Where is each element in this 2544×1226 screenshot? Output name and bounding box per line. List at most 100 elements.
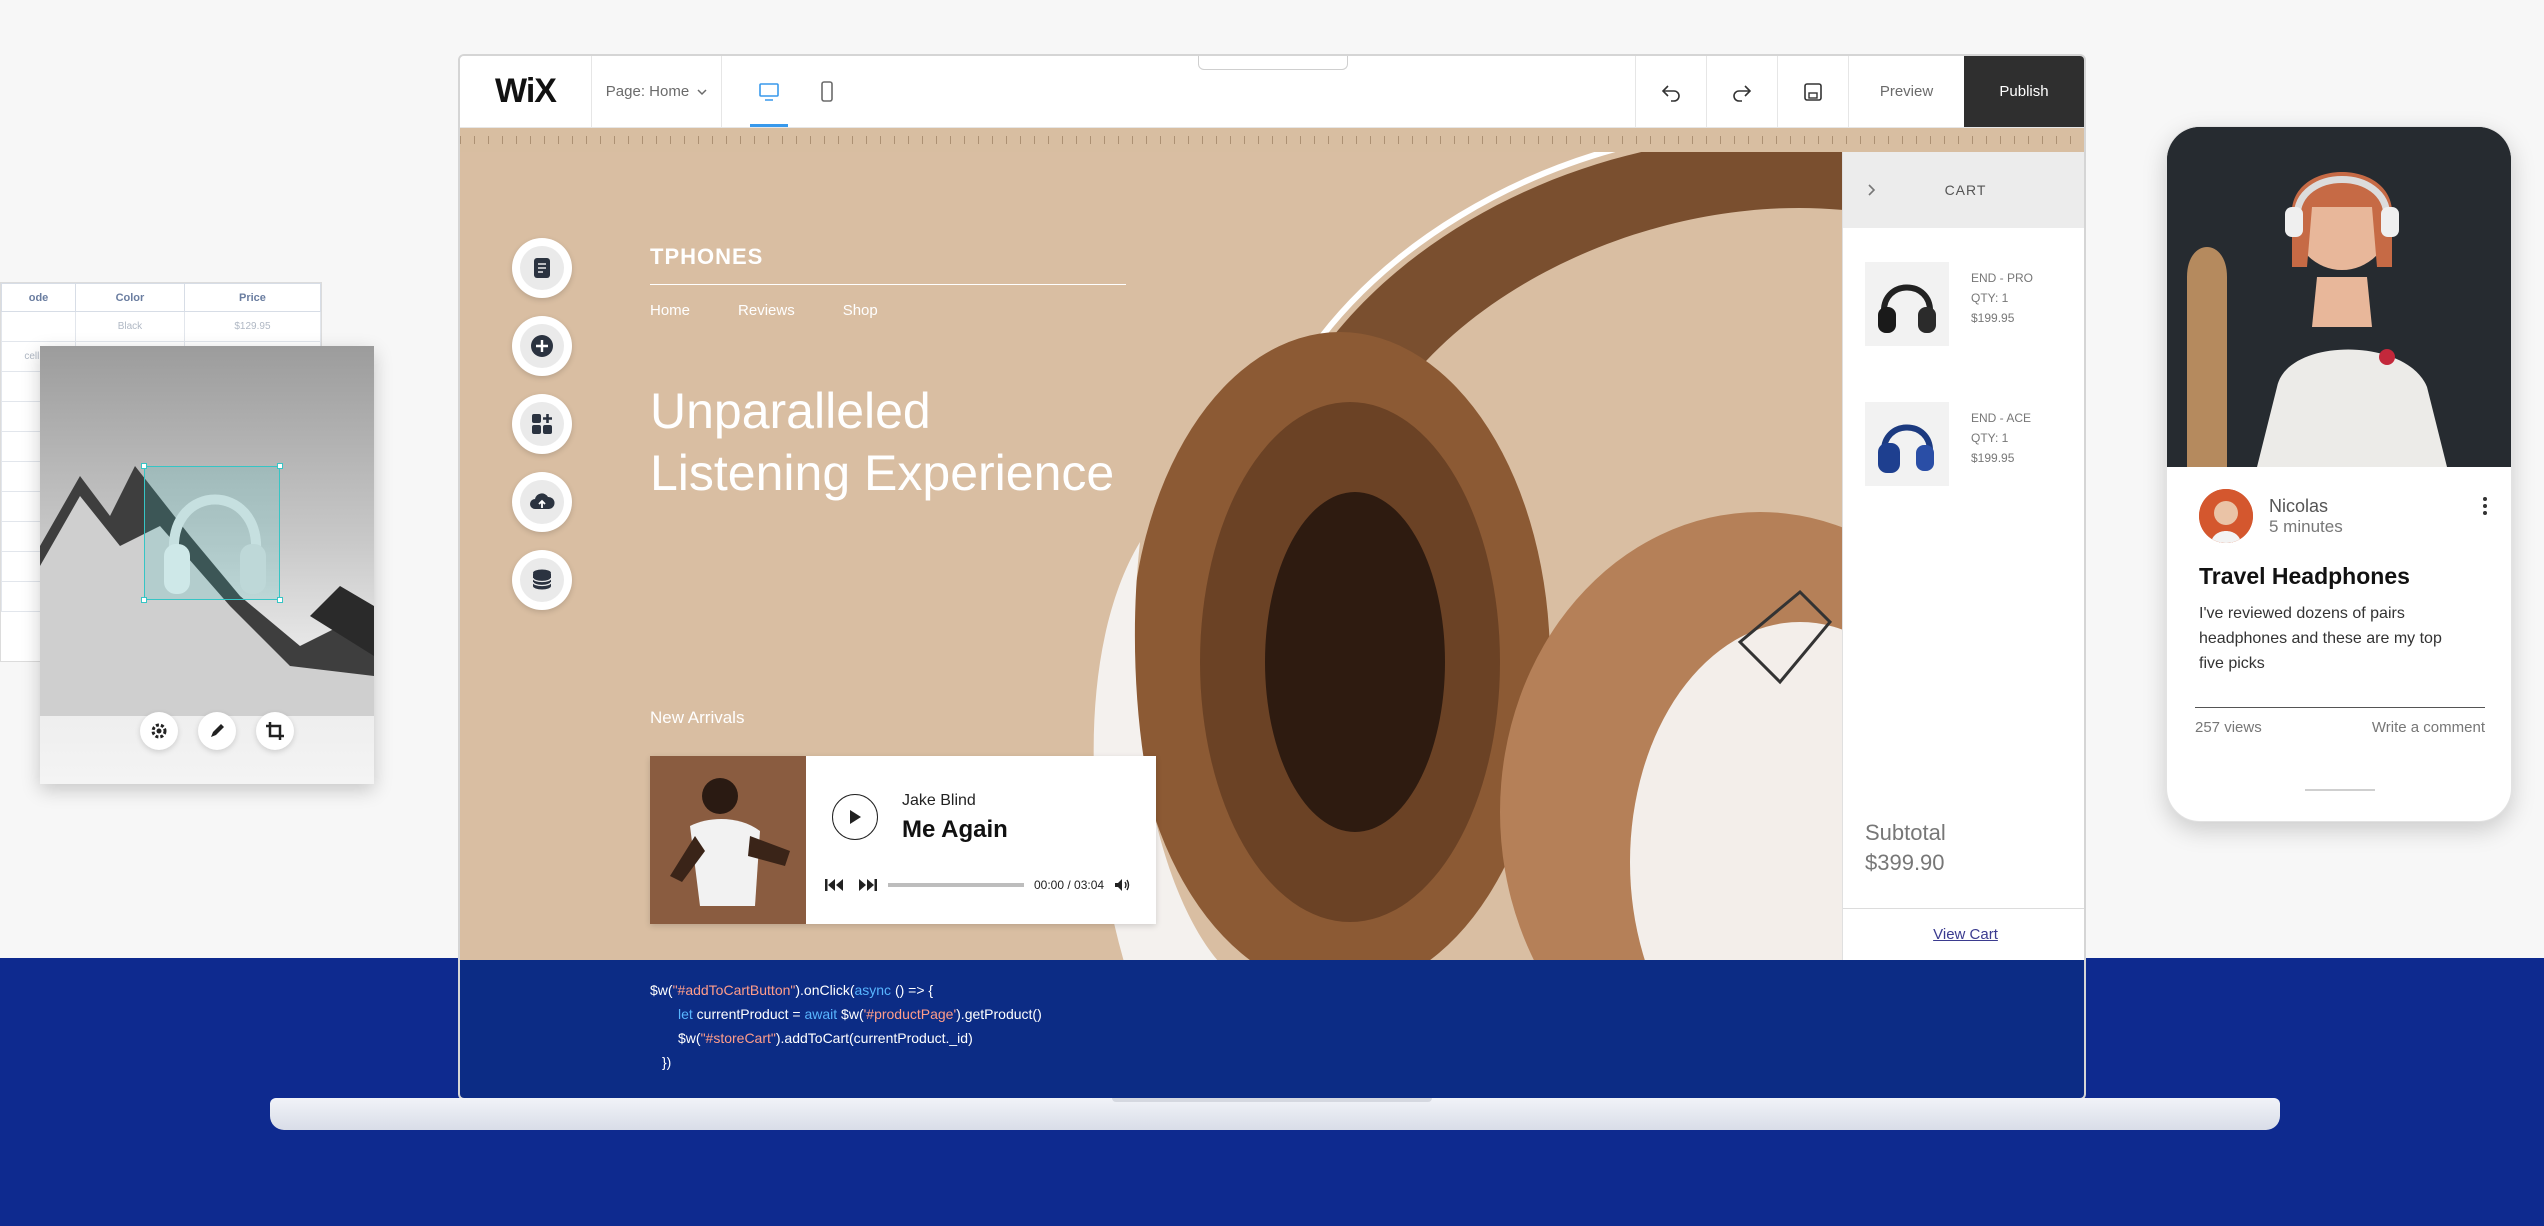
more-options-icon[interactable] [2483, 497, 2487, 515]
undo-button[interactable] [1635, 56, 1706, 127]
laptop-notch [1112, 1098, 1432, 1102]
person-with-headphones-image [2167, 127, 2511, 467]
write-comment-link[interactable]: Write a comment [2372, 719, 2485, 736]
undo-icon [1661, 84, 1680, 102]
hero-title: Unparalleled Listening Experience [650, 380, 1114, 504]
publish-button[interactable]: Publish [1964, 56, 2084, 127]
resize-handle[interactable] [277, 463, 283, 469]
home-indicator [2305, 789, 2375, 791]
cart-header: CART [1843, 152, 2084, 228]
table-header: Color [75, 283, 185, 312]
track-title: Me Again [902, 816, 1008, 843]
settings-button[interactable] [140, 712, 178, 750]
music-player: Jake Blind Me Again 00:00 / 03:04 [650, 756, 1156, 924]
wix-logo: WiX [460, 56, 592, 127]
album-art [650, 756, 806, 924]
redo-icon [1733, 84, 1752, 102]
page-selector-label: Page: Home [605, 83, 690, 100]
crop-button[interactable] [256, 712, 294, 750]
nav-link-reviews[interactable]: Reviews [738, 302, 795, 319]
site-canvas[interactable]: TPHONES Home Reviews Shop Unparalleled L… [460, 152, 1842, 960]
redo-button[interactable] [1706, 56, 1777, 127]
table-row: Black $129.95 [1, 311, 322, 342]
post-author[interactable]: Nicolas 5 minutes [2199, 489, 2343, 543]
subtotal-label: Subtotal [1865, 820, 1946, 845]
cart-title: CART [1944, 182, 1987, 198]
progress-bar[interactable] [888, 883, 1024, 887]
ruler [460, 128, 2084, 152]
pen-icon [211, 724, 224, 737]
post-title[interactable]: Travel Headphones [2199, 563, 2410, 590]
nav-link-shop[interactable]: Shop [843, 302, 878, 319]
database-button[interactable] [512, 550, 572, 610]
hero-title-line: Unparalleled [650, 383, 931, 439]
table-cell: Black [75, 311, 185, 342]
cart-item-thumbnail [1865, 402, 1949, 486]
post-time: 5 minutes [2269, 516, 2343, 536]
cart-item-price: $199.95 [1971, 311, 2015, 325]
cart-panel: CART END - PRO QTY: 1 $199.95 END - ACE … [1842, 152, 2084, 960]
brand-divider [650, 284, 1126, 285]
resize-handle[interactable] [277, 597, 283, 603]
volume-icon[interactable] [1114, 878, 1132, 892]
preview-button[interactable]: Preview [1848, 56, 1964, 127]
cart-item-name: END - PRO [1971, 271, 2034, 285]
blog-post-photo [2167, 127, 2511, 467]
apps-icon [532, 414, 552, 434]
divider [2195, 707, 2485, 708]
code-panel[interactable]: $w("#addToCartButton").onClick(async () … [460, 960, 2084, 1098]
code-line: let currentProduct = await $w('#productP… [678, 1006, 1042, 1022]
view-cart-link[interactable]: View Cart [1843, 926, 2084, 943]
image-toolbar [140, 712, 294, 750]
pages-button[interactable] [512, 238, 572, 298]
add-apps-button[interactable] [512, 394, 572, 454]
mobile-icon [821, 80, 833, 102]
database-icon [532, 569, 552, 590]
hero-title-line: Listening Experience [650, 445, 1115, 501]
page-selector[interactable]: Page: Home [592, 56, 722, 127]
add-button[interactable] [512, 316, 572, 376]
avatar[interactable] [2199, 489, 2253, 543]
subtotal-value: $399.90 [1865, 850, 1945, 875]
code-line: $w("#storeCart").addToCart(currentProduc… [678, 1030, 973, 1046]
gear-icon [151, 723, 167, 739]
chevron-down-icon [697, 88, 707, 95]
play-button[interactable] [832, 794, 878, 840]
player-controls: 00:00 / 03:04 [824, 878, 1132, 892]
cart-item-thumbnail [1865, 262, 1949, 346]
artist-name: Jake Blind [902, 792, 976, 809]
resize-handle[interactable] [141, 597, 147, 603]
nav-link-home[interactable]: Home [650, 302, 690, 319]
cart-item-qty: QTY: 1 [1971, 291, 2009, 305]
table-header: ode [1, 283, 76, 312]
time-readout: 00:00 / 03:04 [1034, 878, 1105, 892]
resize-handle[interactable] [141, 463, 147, 469]
save-button[interactable] [1777, 56, 1848, 127]
editor-toolbar: WiX Page: Home Preview Publish [460, 56, 2084, 128]
edit-button[interactable] [198, 712, 236, 750]
cart-item[interactable]: END - ACE QTY: 1 $199.95 [1843, 402, 2031, 486]
cloud-upload-icon [530, 493, 555, 509]
post-footer: 257 views Write a comment [2195, 719, 2485, 736]
cart-item[interactable]: END - PRO QTY: 1 $199.95 [1843, 262, 2033, 346]
window-notch [1198, 56, 1348, 70]
next-track-icon[interactable] [856, 878, 878, 892]
author-name: Nicolas [2269, 495, 2329, 516]
cart-item-qty: QTY: 1 [1971, 431, 2009, 445]
site-brand: TPHONES [650, 244, 764, 269]
table-cell [1, 311, 76, 342]
cart-item-info: END - ACE QTY: 1 $199.95 [1971, 402, 2031, 486]
previous-track-icon[interactable] [824, 878, 846, 892]
device-switcher [722, 56, 850, 127]
post-excerpt: I've reviewed dozens of pairs headphones… [2199, 605, 2442, 672]
desktop-view-button[interactable] [746, 56, 792, 127]
table-cell: $129.95 [183, 311, 322, 342]
mobile-view-button[interactable] [804, 56, 850, 127]
save-icon [1804, 82, 1822, 101]
post-views: 257 views [2195, 719, 2262, 736]
cart-item-info: END - PRO QTY: 1 $199.95 [1971, 262, 2033, 346]
runner-image [650, 756, 806, 924]
upload-button[interactable] [512, 472, 572, 532]
selection-box[interactable] [141, 463, 283, 603]
chevron-right-icon[interactable] [1867, 183, 1877, 197]
